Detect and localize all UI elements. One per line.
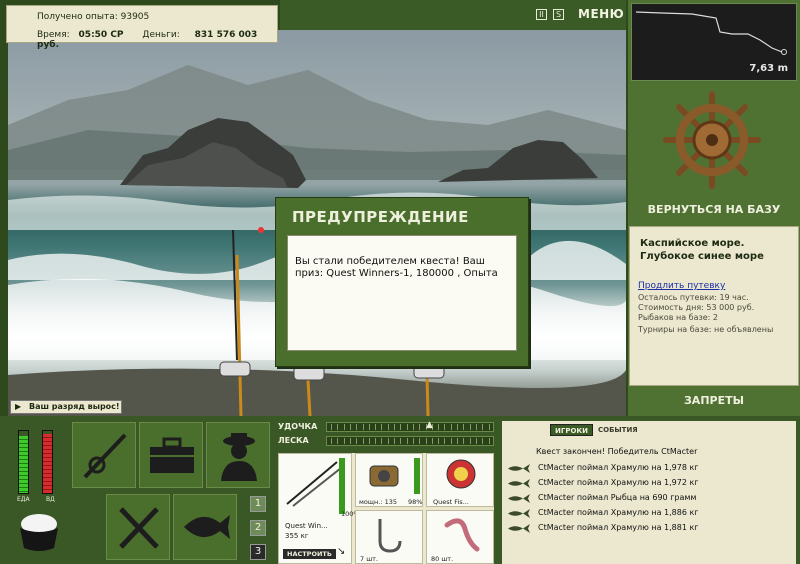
vd-meter xyxy=(42,430,53,494)
food-meter-fill xyxy=(19,435,28,493)
event-row: CtMacter поймал Храмулю на 1,881 кг xyxy=(508,521,792,536)
food-label: ЕДА xyxy=(17,496,30,503)
food-meter xyxy=(18,430,29,494)
vd-label: ВД xyxy=(46,496,55,503)
event-text: CtMacter поймал Рыбца на 690 грамм xyxy=(538,493,697,502)
line-label: ЛЕСКА xyxy=(278,436,309,445)
lure-icon xyxy=(446,459,476,489)
event-row: CtMacter поймал Храмулю на 1,972 кг xyxy=(508,476,792,491)
event-text: CtMacter поймал Храмулю на 1,972 кг xyxy=(538,478,699,487)
cutlery-icon xyxy=(119,507,159,549)
event-row: CtMacter поймал Храмулю на 1,886 кг xyxy=(508,506,792,521)
bait-cell[interactable]: 80 шт. xyxy=(426,510,494,564)
fish-icon xyxy=(184,515,230,539)
rod-reel-icon xyxy=(83,433,127,479)
top-bar: II S xyxy=(280,0,626,30)
player-info-panel: Получено опыта: 93905 Время: 05:50 СР Де… xyxy=(6,5,278,50)
event-row: CtMacter поймал Рыбца на 690 грамм xyxy=(508,491,792,506)
location-panel: Каспийское море. Глубокое синее море Про… xyxy=(629,226,799,386)
rod-tension-track xyxy=(326,422,494,432)
time-money-row: Время: 05:50 СР Деньги: 831 576 003 руб. xyxy=(37,30,277,50)
tackle-box-slot[interactable] xyxy=(139,422,203,488)
sound-button[interactable]: S xyxy=(553,9,564,20)
arrow-icon: ▶ xyxy=(15,402,22,411)
reel-cell[interactable]: мощн.: 135 98% xyxy=(355,453,423,507)
trip-left: Осталось путевки: 19 час. xyxy=(638,293,749,302)
fish-icon xyxy=(508,509,530,518)
quest-finish-message: Квест закончен! Победитель CtMacter xyxy=(536,447,698,456)
arrow-down-right-icon: ↘ xyxy=(337,546,346,557)
extend-trip-link[interactable]: Продлить путевку xyxy=(638,281,725,291)
reel-pct: 98% xyxy=(408,498,423,506)
money-label: Деньги: xyxy=(142,30,180,40)
worm-icon xyxy=(444,518,480,552)
event-text: CtMacter поймал Храмулю на 1,881 кг xyxy=(538,523,699,532)
fish-icon xyxy=(508,524,530,533)
pause-button[interactable]: II xyxy=(536,9,547,20)
tension-bars: УДОЧКА ЛЕСКА ▲ xyxy=(278,420,494,449)
event-text: CtMacter поймал Храмулю на 1,978 кг xyxy=(538,463,699,472)
lure-caption: Quest Fis... xyxy=(433,498,469,506)
location-title: Каспийское море. Глубокое синее море xyxy=(640,238,764,262)
reel-icon xyxy=(369,465,399,487)
events-panel: ИГРОКИ СОБЫТИЯ Квест закончен! Победител… xyxy=(502,421,796,564)
rod-weight: 355 кг xyxy=(285,532,309,540)
hook-caption: 7 шт. xyxy=(360,555,379,563)
tab-players[interactable]: ИГРОКИ xyxy=(550,424,593,436)
bait-caption: 80 шт. xyxy=(431,555,454,563)
depth-value: 7,63 m xyxy=(749,63,788,74)
slot-3-button[interactable]: 3 xyxy=(250,544,266,560)
slot-2-button[interactable]: 2 xyxy=(250,520,266,536)
return-to-base-button[interactable]: ВЕРНУТЬСЯ НА БАЗУ xyxy=(628,200,800,220)
character-slot[interactable] xyxy=(206,422,270,488)
reel-durability-bar xyxy=(414,458,420,494)
rod-name: Quest Win... xyxy=(285,522,328,530)
xp-value: 93905 xyxy=(120,12,150,22)
day-cost: Стоимость дня: 53 000 руб. xyxy=(638,303,755,312)
rod-durability-bar xyxy=(339,458,345,514)
line-tension-track xyxy=(326,436,494,446)
configure-button[interactable]: НАСТРОИТЬ xyxy=(283,549,336,559)
fisherman-icon xyxy=(221,433,257,481)
rod-cell[interactable]: 100% Quest Win... 355 кг НАСТРОИТЬ ↘ xyxy=(278,453,360,564)
level-up-badge[interactable]: ▶ Ваш разряд вырос! xyxy=(10,400,122,414)
vd-meter-fill xyxy=(43,434,52,493)
fish-icon xyxy=(508,464,530,473)
hook-icon xyxy=(378,519,402,553)
event-row: CtMacter поймал Храмулю на 1,978 кг xyxy=(508,461,792,476)
tackle-panel: 100% Quest Win... 355 кг НАСТРОИТЬ ↘ мощ… xyxy=(278,453,494,564)
status-meters: ЕДА ВД xyxy=(8,424,64,506)
event-text: CtMacter поймал Храмулю на 1,886 кг xyxy=(538,508,699,517)
dialog-title: ПРЕДУПРЕЖДЕНИЕ xyxy=(292,208,469,226)
slot-1-button[interactable]: 1 xyxy=(250,496,266,512)
level-up-text: Ваш разряд вырос! xyxy=(29,402,120,411)
rod-icon xyxy=(286,461,342,507)
ship-wheel-icon[interactable] xyxy=(662,90,762,190)
food-pot-icon[interactable] xyxy=(14,510,64,554)
fish-icon xyxy=(508,494,530,503)
anglers-count: Рыбаков на базе: 2 xyxy=(638,313,718,322)
tackle-box-icon xyxy=(150,437,194,473)
cutlery-slot[interactable] xyxy=(106,494,170,560)
reel-caption: мощн.: 135 xyxy=(359,498,397,506)
menu-button[interactable]: МЕНЮ xyxy=(578,7,624,21)
time-value: 05:50 СР xyxy=(78,30,124,40)
lure-cell[interactable]: Quest Fis... xyxy=(426,453,494,507)
depth-chart: 7,63 m xyxy=(631,3,797,81)
bans-button[interactable]: ЗАПРЕТЫ xyxy=(628,394,800,412)
xp-label: Получено опыта: xyxy=(37,12,118,22)
tab-events[interactable]: СОБЫТИЯ xyxy=(594,424,642,436)
tournaments-info: Турниры на базе: не объявлены xyxy=(638,325,774,334)
xp-row: Получено опыта: 93905 xyxy=(37,12,149,22)
time-label: Время: xyxy=(37,30,70,40)
fish-slot[interactable] xyxy=(173,494,237,560)
tension-marker-icon: ▲ xyxy=(426,420,433,430)
warning-dialog[interactable]: ПРЕДУПРЕЖДЕНИЕ Вы стали победителем квес… xyxy=(275,197,529,367)
rods-slot[interactable] xyxy=(72,422,136,488)
dialog-message: Вы стали победителем квеста! Ваш приз: Q… xyxy=(287,235,517,351)
hook-cell[interactable]: 7 шт. xyxy=(355,510,423,564)
fish-icon xyxy=(508,479,530,488)
rod-label: УДОЧКА xyxy=(278,422,318,431)
